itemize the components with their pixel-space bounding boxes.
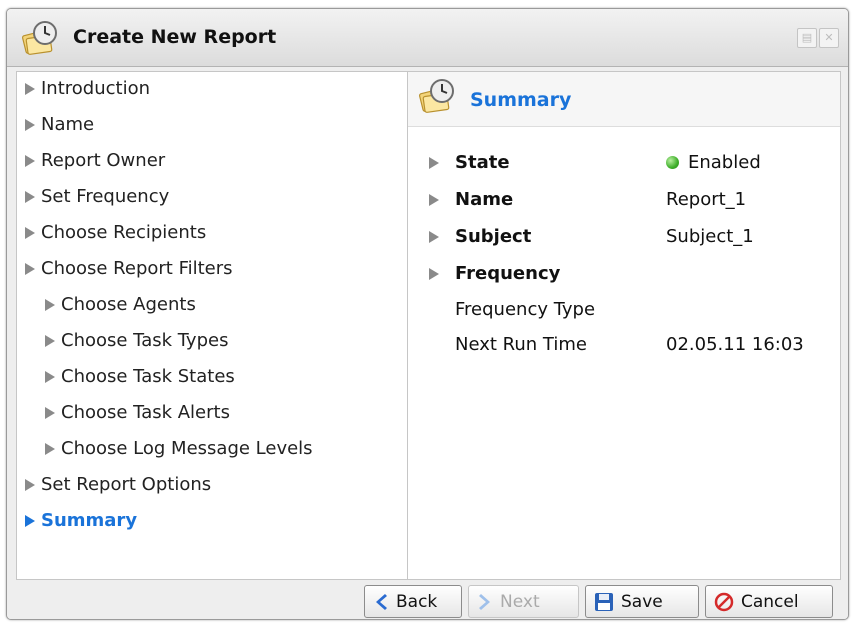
triangle-right-icon (45, 298, 55, 311)
close-icon[interactable]: ✕ (819, 28, 839, 48)
summary-row-value: Subject_1 (666, 226, 754, 247)
triangle-right-icon (25, 514, 35, 527)
cancel-circle-icon (714, 592, 734, 612)
wizard-footer: Back Next Save Cancel (7, 582, 848, 619)
nav-item-label: Set Frequency (41, 186, 170, 207)
triangle-right-icon (45, 334, 55, 347)
wizard-steps-panel: Introduction Name Report Owner Set Frequ… (16, 71, 408, 580)
summary-row-frequency-type: Frequency Type (408, 296, 840, 326)
nav-item-choose-task-types[interactable]: Choose Task Types (45, 330, 228, 351)
state-value: Enabled (688, 152, 761, 173)
nav-item-summary[interactable]: Summary (25, 510, 137, 531)
nav-item-label: Introduction (41, 78, 151, 99)
summary-row-value: 02.05.11 16:03 (666, 334, 804, 355)
nav-item-choose-log-message-levels[interactable]: Choose Log Message Levels (45, 438, 313, 459)
summary-row-next-run-time: Next Run Time 02.05.11 16:03 (408, 331, 840, 361)
triangle-right-icon (45, 406, 55, 419)
nav-item-label: Summary (41, 510, 138, 531)
nav-item-label: Choose Agents (61, 294, 196, 315)
nav-item-set-frequency[interactable]: Set Frequency (25, 186, 169, 207)
expand-triangle-icon[interactable] (429, 231, 439, 243)
nav-item-label: Report Owner (41, 150, 166, 171)
triangle-right-icon (45, 442, 55, 455)
nav-item-choose-report-filters[interactable]: Choose Report Filters (25, 258, 233, 279)
restore-icon[interactable]: ▤ (797, 28, 817, 48)
nav-item-label: Choose Task States (61, 366, 235, 387)
nav-item-label: Choose Task Types (61, 330, 229, 351)
save-button[interactable]: Save (585, 585, 699, 618)
nav-item-choose-recipients[interactable]: Choose Recipients (25, 222, 206, 243)
window-title: Create New Report (73, 26, 277, 48)
summary-row-frequency[interactable]: Frequency (408, 260, 840, 290)
summary-row-value: Report_1 (666, 189, 747, 210)
triangle-right-icon (25, 190, 35, 203)
summary-row-name[interactable]: Name Report_1 (408, 186, 840, 216)
triangle-right-icon (25, 154, 35, 167)
summary-row-label: State (455, 152, 510, 173)
summary-row-label: Subject (455, 226, 532, 247)
nav-item-label: Choose Report Filters (41, 258, 233, 279)
nav-item-choose-task-alerts[interactable]: Choose Task Alerts (45, 402, 230, 423)
arrow-left-icon (373, 593, 389, 611)
cancel-button[interactable]: Cancel (705, 585, 833, 618)
nav-item-name[interactable]: Name (25, 114, 94, 135)
arrow-right-icon (477, 593, 493, 611)
triangle-right-icon (25, 226, 35, 239)
report-clock-icon (22, 21, 57, 55)
summary-title: Summary (470, 89, 572, 111)
triangle-right-icon (25, 118, 35, 131)
triangle-right-icon (25, 82, 35, 95)
summary-row-label: Next Run Time (455, 334, 587, 355)
next-button-label: Next (500, 591, 540, 612)
create-report-window: Create New Report ▤ ✕ Introduction Name … (6, 8, 849, 620)
floppy-disk-icon (594, 592, 614, 612)
triangle-right-icon (25, 478, 35, 491)
status-enabled-icon (666, 156, 679, 169)
nav-item-introduction[interactable]: Introduction (25, 78, 150, 99)
nav-item-choose-task-states[interactable]: Choose Task States (45, 366, 235, 387)
summary-header: Summary (408, 72, 840, 127)
nav-item-label: Choose Log Message Levels (61, 438, 313, 459)
nav-item-label: Set Report Options (41, 474, 212, 495)
summary-row-subject[interactable]: Subject Subject_1 (408, 223, 840, 253)
report-clock-icon (419, 79, 454, 113)
title-bar: Create New Report ▤ ✕ (7, 9, 848, 67)
next-button[interactable]: Next (468, 585, 579, 618)
nav-item-label: Name (41, 114, 95, 135)
summary-row-state[interactable]: State Enabled (408, 149, 840, 179)
back-button[interactable]: Back (364, 585, 462, 618)
back-button-label: Back (396, 591, 438, 612)
nav-item-label: Choose Task Alerts (61, 402, 230, 423)
cancel-button-label: Cancel (741, 591, 799, 612)
save-button-label: Save (621, 591, 663, 612)
nav-item-label: Choose Recipients (41, 222, 207, 243)
summary-row-label: Frequency Type (455, 299, 596, 320)
expand-triangle-icon[interactable] (429, 157, 439, 169)
nav-item-choose-agents[interactable]: Choose Agents (45, 294, 196, 315)
triangle-right-icon (25, 262, 35, 275)
triangle-right-icon (45, 370, 55, 383)
expand-triangle-icon[interactable] (429, 268, 439, 280)
summary-panel: Summary State Enabled Name Report_1 Subj… (408, 71, 841, 580)
summary-row-value: Enabled (666, 152, 761, 173)
summary-row-label: Frequency (455, 263, 561, 284)
nav-item-report-owner[interactable]: Report Owner (25, 150, 165, 171)
summary-row-label: Name (455, 189, 514, 210)
nav-item-set-report-options[interactable]: Set Report Options (25, 474, 211, 495)
expand-triangle-icon[interactable] (429, 194, 439, 206)
